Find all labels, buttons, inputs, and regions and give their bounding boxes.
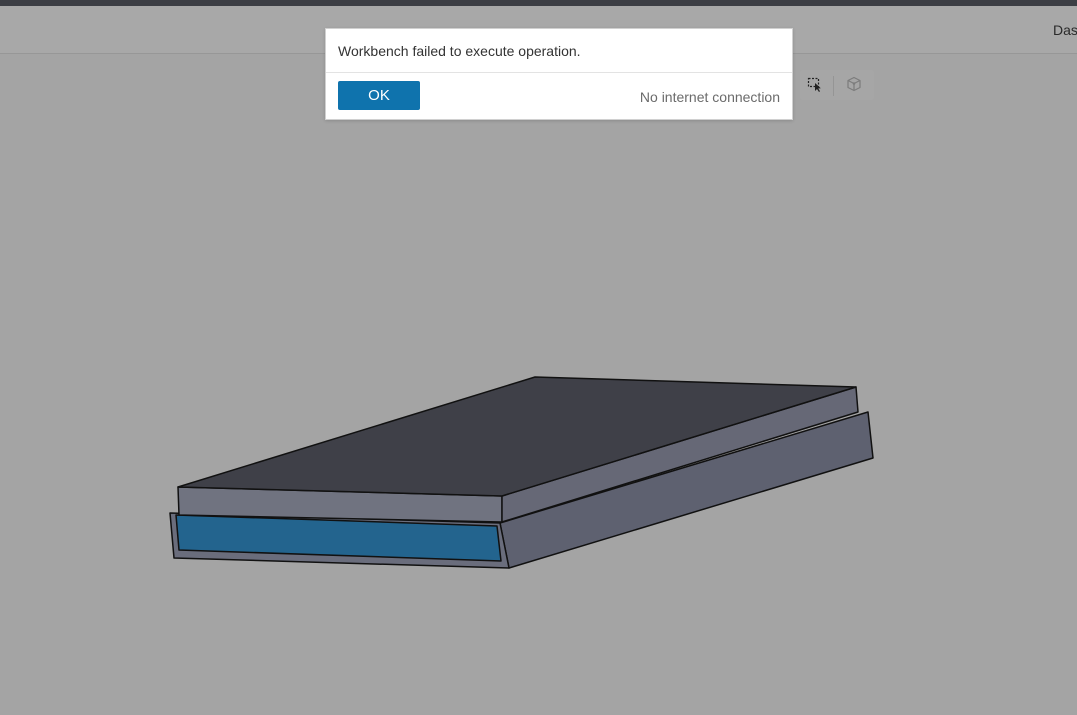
cube-tool[interactable] <box>841 74 867 98</box>
error-dialog: Workbench failed to execute operation. O… <box>325 28 793 120</box>
box-select-tool[interactable] <box>802 74 828 98</box>
ok-button[interactable]: OK <box>338 81 420 110</box>
dialog-divider <box>326 72 792 73</box>
toolbar-divider <box>833 76 834 96</box>
error-message: Workbench failed to execute operation. <box>338 43 581 59</box>
view-toolbar <box>800 70 874 100</box>
cube-icon <box>846 76 862 97</box>
connection-status: No internet connection <box>639 89 780 105</box>
box-select-cursor-icon <box>807 76 823 97</box>
